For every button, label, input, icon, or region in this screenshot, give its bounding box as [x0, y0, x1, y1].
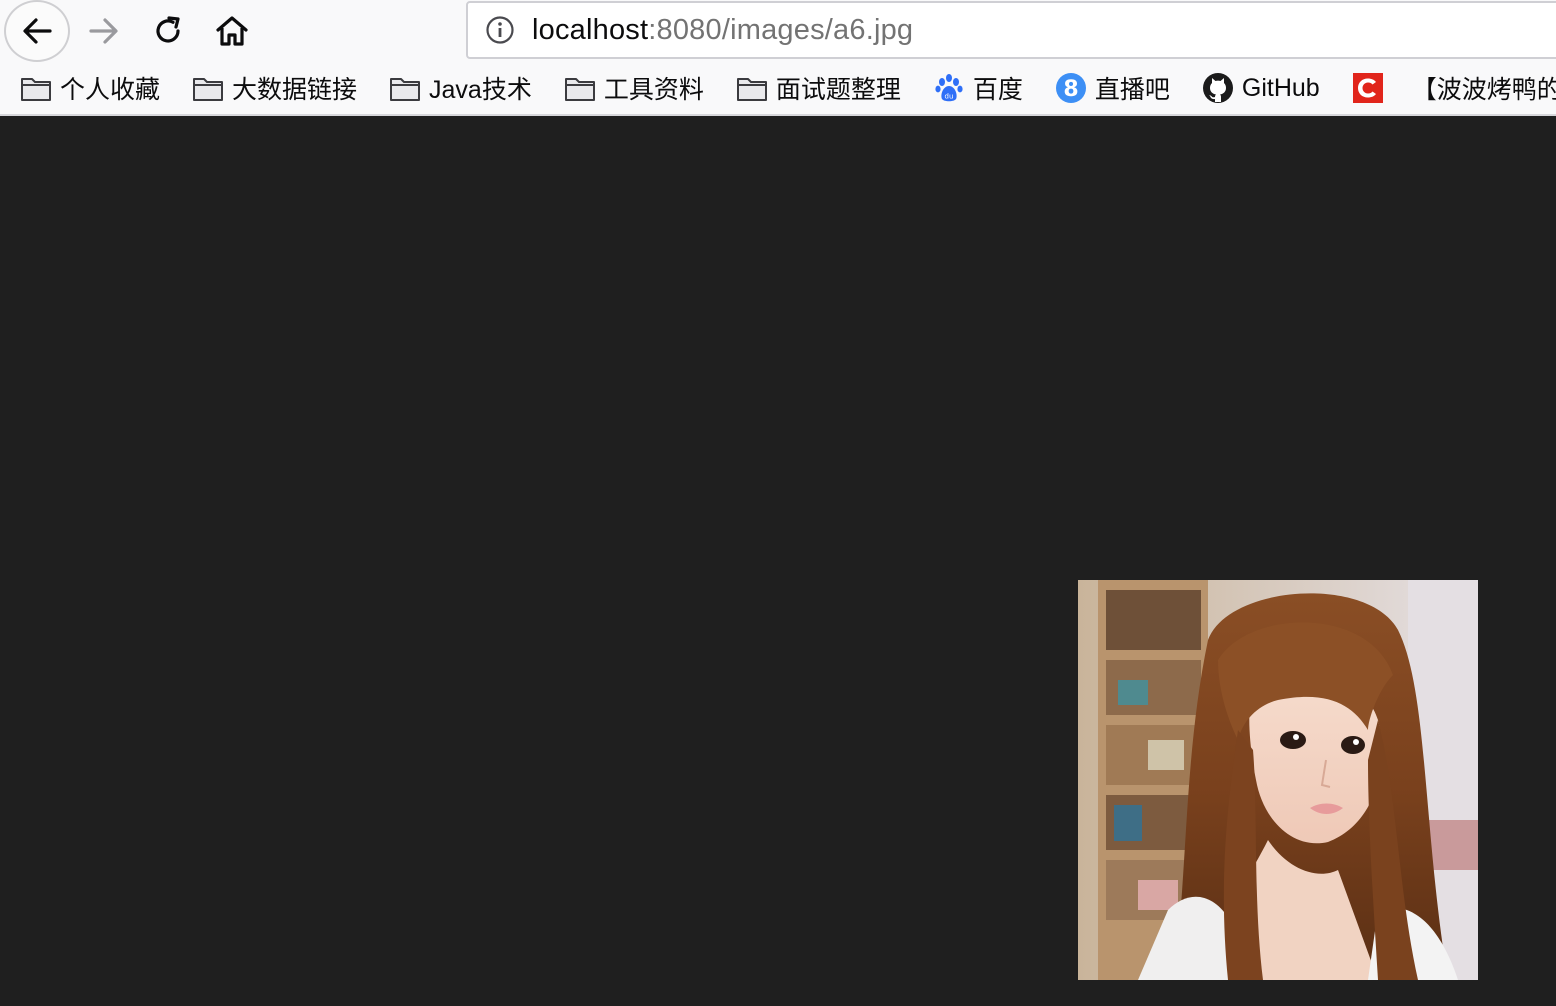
bookmark-folder-bigdata[interactable]: 大数据链接	[172, 65, 369, 111]
folder-icon	[736, 72, 768, 104]
folder-icon	[564, 72, 596, 104]
url-text[interactable]: localhost:8080/images/a6.jpg	[532, 14, 913, 47]
bookmark-label: 个人收藏	[60, 76, 161, 104]
bookmark-folder-tools[interactable]: 工具资料	[544, 65, 716, 111]
url-path: :8080/images/a6.jpg	[648, 13, 914, 46]
reload-button[interactable]	[136, 0, 200, 62]
browser-toolbar: localhost:8080/images/a6.jpg	[0, 0, 1556, 62]
info-icon[interactable]	[468, 3, 532, 57]
baidu-paw-icon: du	[933, 72, 965, 104]
url-bar[interactable]: localhost:8080/images/a6.jpg	[466, 1, 1556, 59]
zhibo8-icon: 8	[1055, 72, 1087, 104]
bookmark-csdn[interactable]	[1332, 65, 1404, 111]
bookmark-baidu[interactable]: du 百度	[913, 65, 1035, 111]
svg-text:8: 8	[1063, 77, 1078, 102]
bookmark-label: 百度	[972, 76, 1023, 104]
bookmark-label: Java技术	[429, 76, 532, 104]
page-content	[0, 116, 1556, 1006]
svg-text:du: du	[944, 93, 953, 101]
folder-icon	[20, 72, 52, 104]
back-button[interactable]	[4, 0, 70, 62]
bookmark-label: GitHub	[1241, 73, 1320, 102]
bookmark-github[interactable]: GitHub	[1182, 65, 1332, 111]
bookmark-blog[interactable]: 【波波烤鸭的博客】...	[1404, 65, 1556, 111]
bookmark-folder-interview[interactable]: 面试题整理	[716, 65, 913, 111]
folder-icon	[389, 72, 421, 104]
arrow-left-icon	[23, 18, 52, 44]
bookmark-label: 直播吧	[1094, 76, 1170, 104]
bookmark-zhibo8[interactable]: 8 直播吧	[1035, 65, 1182, 111]
bookmark-label: 大数据链接	[232, 76, 358, 104]
home-icon	[216, 16, 248, 46]
folder-icon	[192, 72, 224, 104]
url-host: localhost	[532, 13, 649, 46]
home-button[interactable]	[200, 0, 264, 62]
forward-button[interactable]	[72, 0, 136, 62]
bookmarks-toolbar: 个人收藏 大数据链接 Java技术 工具资料 面试题整理 du 百度 8 直播吧…	[0, 62, 1556, 116]
reload-icon	[156, 16, 180, 43]
bookmark-label: 面试题整理	[775, 76, 901, 104]
bookmark-label: 工具资料	[603, 76, 704, 104]
arrow-right-icon	[89, 18, 118, 44]
displayed-image	[1078, 580, 1478, 980]
github-icon	[1202, 72, 1234, 104]
bookmark-folder-java[interactable]: Java技术	[369, 65, 544, 111]
bookmark-folder-favorites[interactable]: 个人收藏	[0, 65, 172, 111]
photo-of-girl-with-long-brown-hair	[1078, 580, 1478, 980]
csdn-icon	[1352, 72, 1384, 104]
bookmark-label: 【波波烤鸭的博客】...	[1411, 76, 1556, 104]
